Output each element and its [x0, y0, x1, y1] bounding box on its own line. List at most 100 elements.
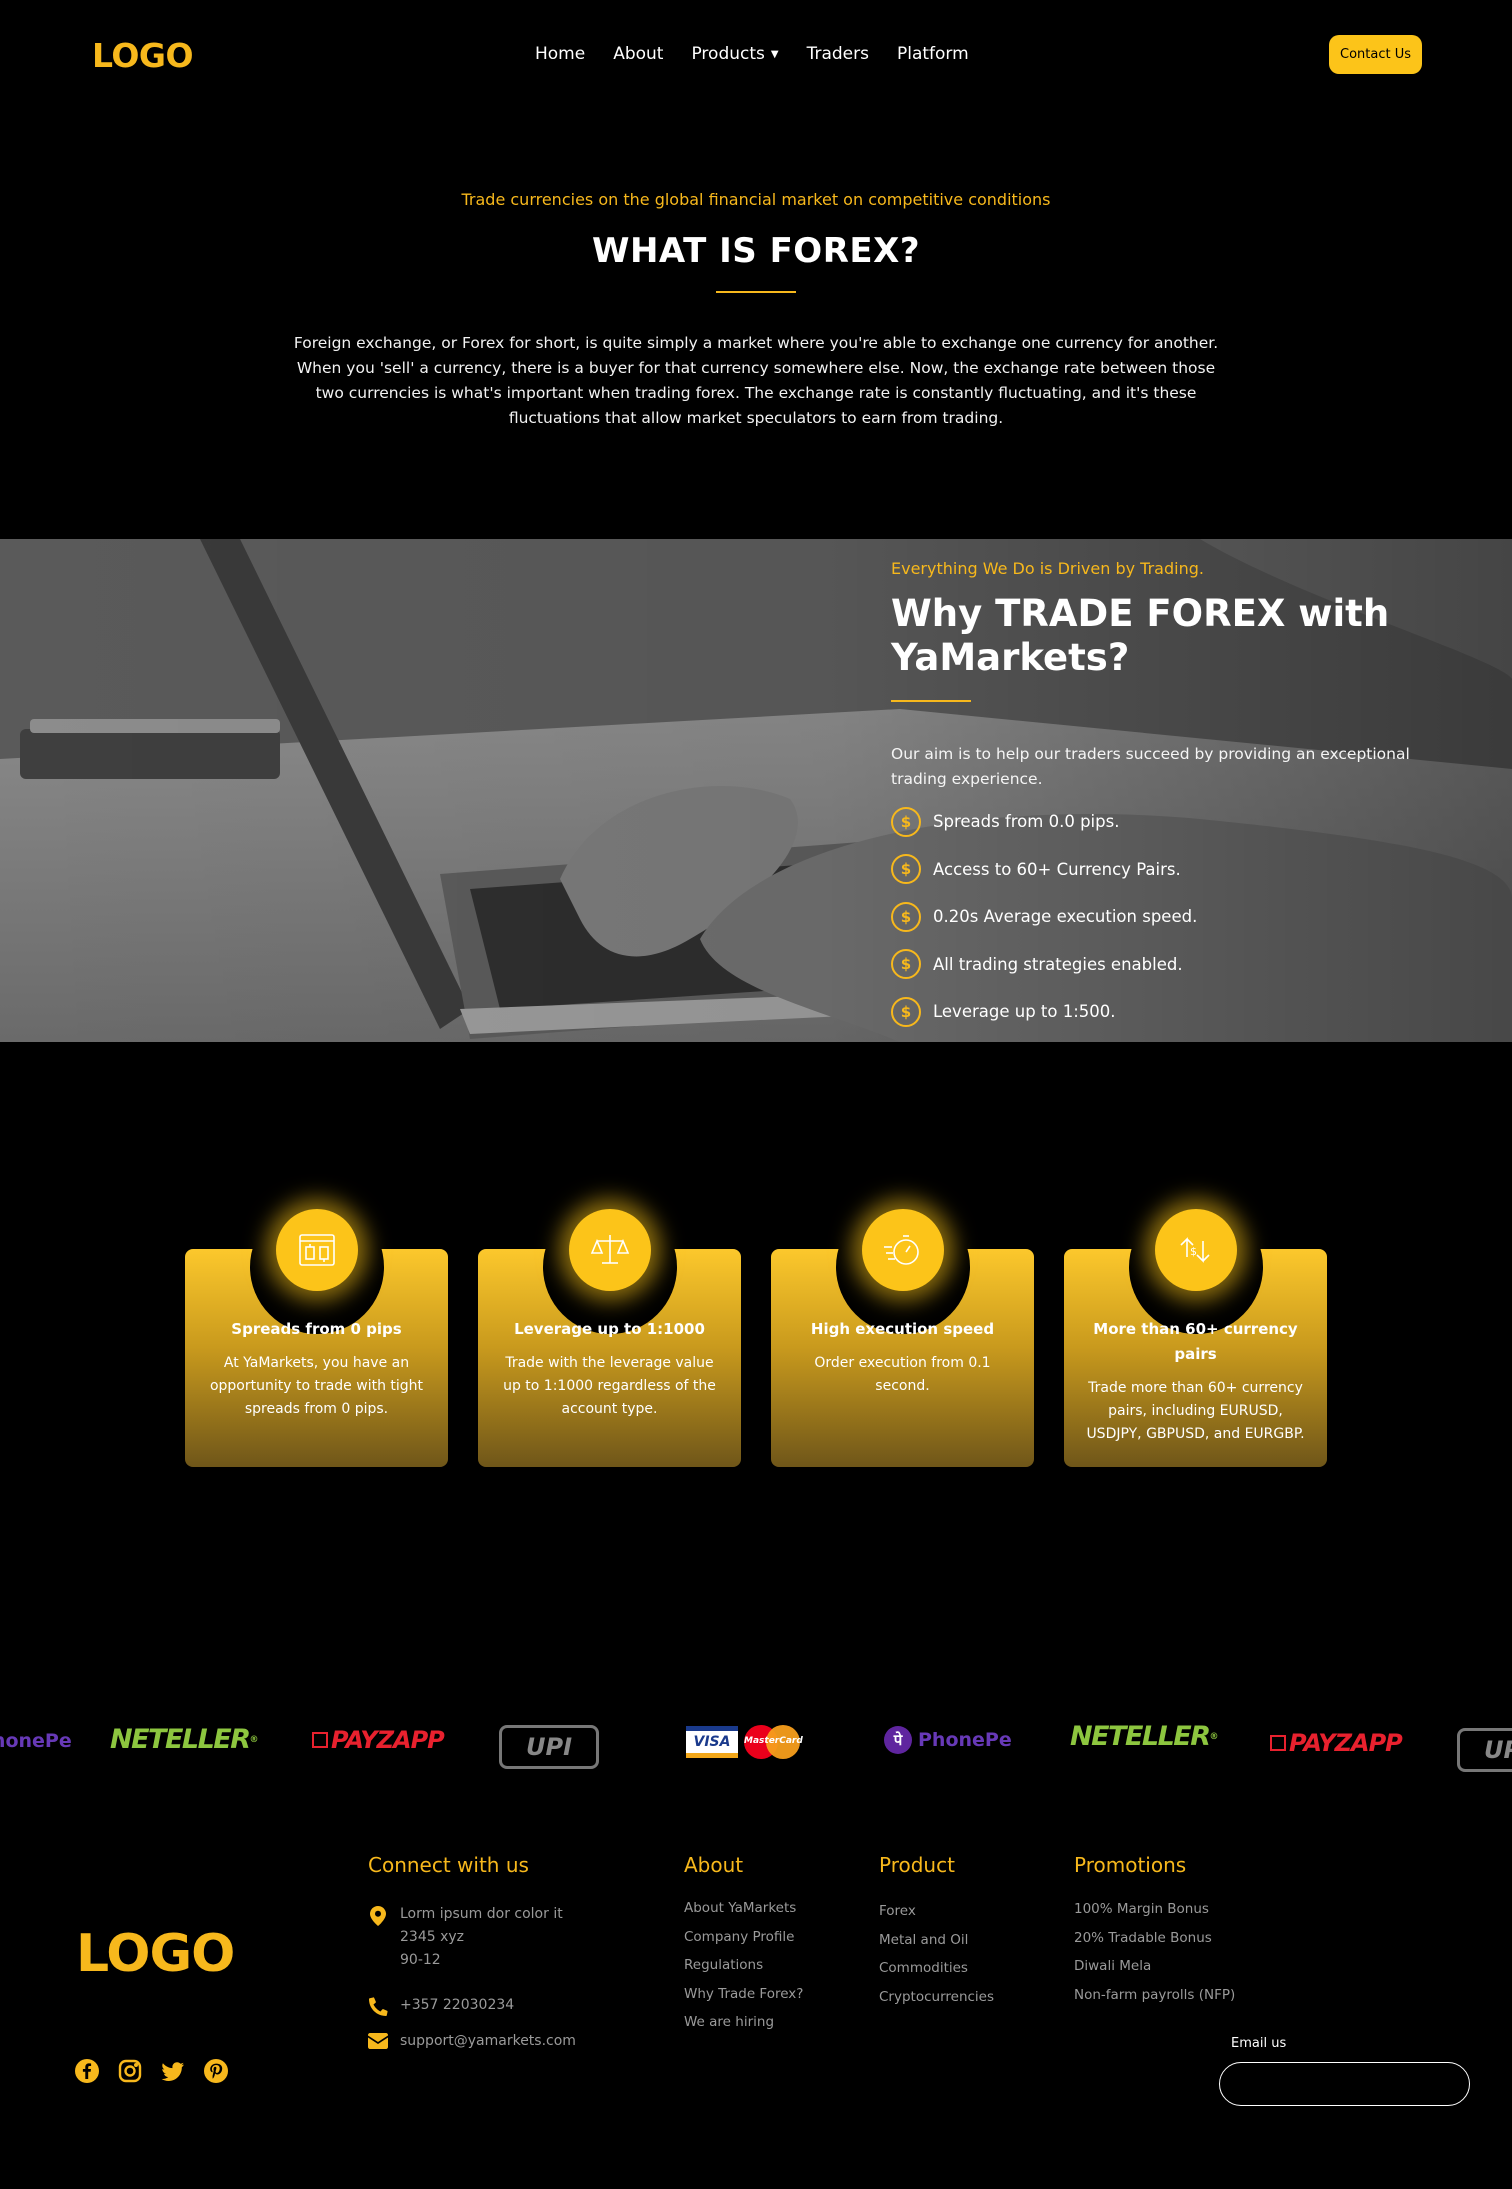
neteller-label: NETELLER: [110, 1724, 251, 1755]
instagram-icon[interactable]: [117, 2058, 143, 2084]
why-point-label: Access to 60+ Currency Pairs.: [933, 859, 1181, 879]
nav-home[interactable]: Home: [535, 44, 585, 64]
feature-card-spreads: Spreads from 0 pips At YaMarkets, you ha…: [185, 1200, 448, 1467]
footer-link[interactable]: 20% Tradable Bonus: [1074, 1930, 1235, 1959]
nav-home-label: Home: [535, 44, 586, 64]
phonepe-label: PhonePe: [0, 1730, 72, 1752]
stopwatch-icon: [861, 1209, 944, 1291]
upi-logo: UPI: [499, 1725, 599, 1769]
dollar-icon: $: [891, 949, 921, 980]
footer-link[interactable]: Company Profile: [684, 1929, 803, 1958]
email-row[interactable]: support@yamarkets.com: [368, 2030, 576, 2053]
about-links: About YaMarkets Company Profile Regulati…: [684, 1900, 803, 2043]
footer-link[interactable]: Commodities: [879, 1960, 994, 1989]
product-heading: Product: [879, 1853, 955, 1877]
footer-link[interactable]: Regulations: [684, 1957, 803, 1986]
footer-link[interactable]: Diwali Mela: [1074, 1958, 1235, 1987]
feature-card-speed: High execution speed Order execution fro…: [771, 1200, 1034, 1467]
header-logo[interactable]: LOGO: [92, 36, 194, 75]
dollar-icon: $: [891, 806, 921, 837]
what-is-forex-section: Trade currencies on the global financial…: [0, 190, 1512, 431]
visa-mastercard-logo: VISA MasterCard: [686, 1725, 803, 1759]
phone-icon: [368, 1994, 388, 2017]
visa-logo: VISA: [686, 1726, 738, 1758]
payzapp-label: PAYZAPP: [1289, 1729, 1403, 1757]
upi-label: UPI: [1483, 1736, 1512, 1764]
why-point: $ Access to 60+ Currency Pairs.: [891, 846, 1431, 894]
neteller-label: NETELLER: [1070, 1721, 1211, 1752]
footer-about-column: About About YaMarkets Company Profile Re…: [684, 1853, 803, 2043]
forex-description: Foreign exchange, or Forex for short, is…: [293, 334, 1219, 427]
why-point-label: 0.20s Average execution speed.: [933, 907, 1198, 927]
footer-link[interactable]: Forex: [879, 1903, 994, 1932]
forex-title-divider: [716, 291, 796, 293]
nav-traders[interactable]: Traders: [807, 44, 869, 64]
phonepe-logo: PhonePe: [0, 1730, 72, 1752]
footer-link[interactable]: We are hiring: [684, 2014, 803, 2043]
address-line: 90-12: [400, 1952, 441, 1968]
phonepe-icon: पे: [884, 1726, 912, 1754]
upi-label: UPI: [525, 1733, 572, 1761]
footer-link[interactable]: Why Trade Forex?: [684, 1986, 803, 2015]
email-us-input[interactable]: [1219, 2062, 1470, 2106]
twitter-icon[interactable]: [160, 2058, 186, 2084]
why-description: Our aim is to help our traders succeed b…: [891, 745, 1410, 788]
why-point: $0.20s Average execution speed.: [891, 893, 1431, 941]
forex-title: WHAT IS FOREX?: [591, 231, 921, 271]
dollar-icon: $: [891, 996, 921, 1027]
nav-about[interactable]: About: [613, 44, 663, 64]
why-points-list: $ Spreads from 0.0 pips. $ Access to 60+ C…: [891, 798, 1431, 1036]
why-title: Why TRADE FOREX with YaMarkets?: [891, 592, 1390, 679]
phone-number[interactable]: +357 22030234: [400, 1994, 514, 2017]
why-point-label: All trading strategies enabled.: [933, 954, 1183, 974]
address-line: 2345 xyz: [400, 1929, 464, 1945]
nav-about-label: About: [613, 44, 664, 64]
nav-platform-label: Platform: [896, 44, 969, 64]
currency-exchange-icon: $: [1154, 1209, 1237, 1291]
scale-icon: [568, 1209, 651, 1291]
feature-cards: Spreads from 0 pips At YaMarkets, you ha…: [185, 1200, 1327, 1470]
feature-text: Trade more than 60+ currency pairs, incl…: [1086, 1380, 1305, 1442]
nav-products[interactable]: Products ▼: [691, 44, 778, 64]
email-address[interactable]: support@yamarkets.com: [400, 2030, 576, 2053]
upi-logo: UPI: [1457, 1728, 1512, 1772]
payzapp-label: PAYZAPP: [331, 1726, 445, 1754]
why-point-label: Spreads from 0.0 pips.: [933, 812, 1120, 832]
chevron-down-icon: ▼: [770, 48, 779, 60]
payzapp-logo: PAYZAPP: [1270, 1729, 1403, 1757]
why-point-label: Leverage up to 1:500.: [933, 1002, 1116, 1022]
footer-link[interactable]: Metal and Oil: [879, 1932, 994, 1961]
map-pin-icon: [368, 1903, 388, 1972]
main-nav: Home About Products ▼ Traders Platform: [535, 44, 969, 64]
payment-methods-strip: PhonePe NETELLER® PAYZAPP UPI VISA Maste…: [0, 1712, 1512, 1782]
feature-card-leverage: Leverage up to 1:1000 Trade with the lev…: [478, 1200, 741, 1467]
footer-link[interactable]: Cryptocurrencies: [879, 1989, 994, 2018]
feature-text: Trade with the leverage value up to 1:10…: [503, 1355, 716, 1417]
feature-text: At YaMarkets, you have an opportunity to…: [209, 1355, 424, 1417]
footer-link[interactable]: About YaMarkets: [684, 1900, 803, 1929]
envelope-icon: [368, 2030, 388, 2053]
footer-link[interactable]: Non-farm payrolls (NFP): [1074, 1987, 1235, 2016]
about-heading: About: [684, 1853, 744, 1877]
promotions-heading: Promotions: [1074, 1853, 1187, 1877]
phone-row[interactable]: +357 22030234: [368, 1994, 576, 2017]
why-point: $ Leverage up to 1:500.: [891, 988, 1431, 1036]
pinterest-icon[interactable]: [203, 2058, 229, 2084]
footer-logo[interactable]: LOGO: [76, 1924, 235, 1984]
promotions-links: 100% Margin Bonus 20% Tradable Bonus Diw…: [1074, 1901, 1235, 2015]
social-links: [74, 2058, 229, 2084]
phonepe-logo: पे PhonePe: [884, 1726, 1012, 1754]
why-point: $ All trading strategies enabled.: [891, 941, 1431, 989]
contact-us-button[interactable]: Contact Us: [1329, 35, 1422, 74]
nav-platform[interactable]: Platform: [897, 44, 969, 64]
spread-chart-icon: [275, 1209, 358, 1291]
why-point: $ Spreads from 0.0 pips.: [891, 798, 1431, 846]
feature-title: High execution speed: [810, 1320, 995, 1338]
neteller-logo: NETELLER ®: [110, 1724, 258, 1755]
why-kicker: Everything We Do is Driven by Trading.: [891, 559, 1204, 578]
why-trade-section: Everything We Do is Driven by Trading. W…: [0, 539, 1512, 1042]
product-links: Forex Metal and Oil Commodities Cryptocu…: [879, 1903, 994, 2017]
footer-link[interactable]: 100% Margin Bonus: [1074, 1901, 1235, 1930]
why-title-divider: [891, 700, 971, 702]
facebook-icon[interactable]: [74, 2058, 100, 2084]
